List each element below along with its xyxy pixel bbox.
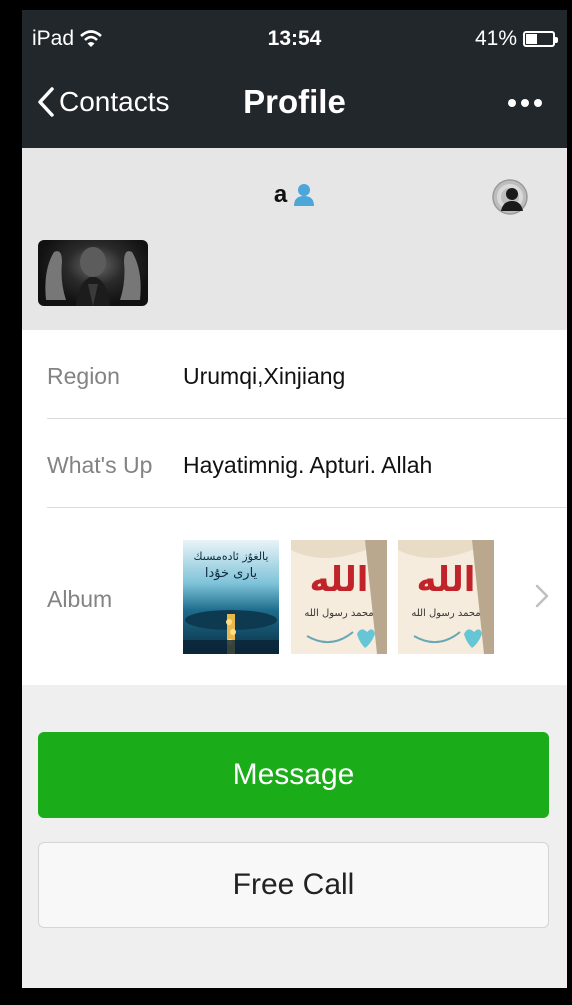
avatar[interactable]	[38, 240, 148, 306]
region-label: Region	[47, 363, 120, 389]
more-button[interactable]	[495, 88, 555, 118]
status-bar: iPad 13:54 41%	[22, 10, 567, 68]
whatsup-row: What's Up Hayatimnig. Apturi. Allah	[22, 419, 567, 507]
chevron-right-icon	[535, 584, 549, 608]
profile-name: a	[273, 181, 288, 208]
profile-name-row: a	[22, 181, 567, 209]
top-bar: iPad 13:54 41% Contacts Profile	[22, 10, 567, 148]
album-photo[interactable]: الله محمد رسول الله	[291, 540, 387, 654]
whatsup-label: What's Up	[47, 452, 153, 478]
album-label: Album	[47, 586, 113, 612]
album-caption: محمد رسول الله	[411, 608, 481, 619]
region-row: Region Urumqi,Xinjiang	[22, 330, 567, 418]
profile-info: Region Urumqi,Xinjiang What's Up Hayatim…	[22, 330, 567, 685]
battery-icon	[523, 31, 558, 47]
status-right: 41%	[474, 27, 558, 51]
profile-header: a	[22, 148, 567, 330]
message-button[interactable]: Message	[38, 732, 549, 818]
region-value: Urumqi,Xinjiang	[183, 363, 346, 389]
album-caption: الله	[416, 560, 476, 600]
more-icon-dot	[521, 99, 529, 107]
page-title: Profile	[243, 83, 346, 120]
album-photo[interactable]: يالغۇز ئادەمسىك يارى خۇدا	[183, 540, 279, 654]
profile-screen: iPad 13:54 41% Contacts Profile a Region…	[22, 10, 567, 988]
album-photo[interactable]: الله محمد رسول الله	[398, 540, 494, 654]
divider	[47, 507, 567, 508]
whatsup-value: Hayatimnig. Apturi. Allah	[183, 452, 433, 478]
more-icon	[508, 99, 516, 107]
album-caption: يالغۇز ئادەمسىك	[193, 550, 269, 563]
album-caption: يارى خۇدا	[204, 566, 258, 581]
person-icon	[294, 184, 315, 206]
album-caption: محمد رسول الله	[304, 608, 374, 619]
album-caption: الله	[309, 560, 369, 600]
settings-icon[interactable]	[491, 178, 529, 216]
battery-percent: 41%	[474, 27, 517, 50]
more-icon-dot	[534, 99, 542, 107]
free-call-button[interactable]: Free Call	[38, 842, 549, 928]
